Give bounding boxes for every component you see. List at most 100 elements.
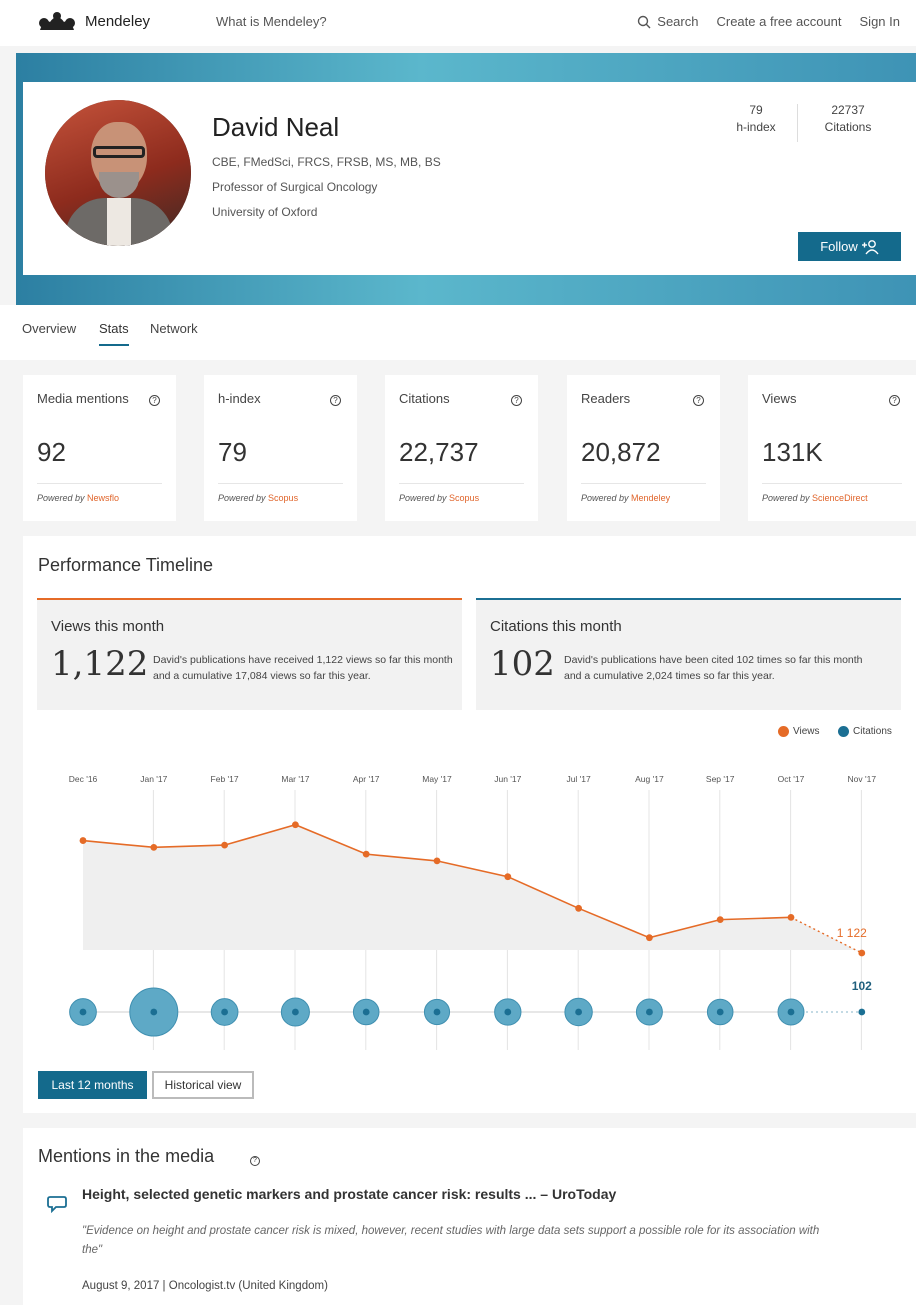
help-icon[interactable]: ? — [330, 395, 341, 406]
what-is-mendeley-link[interactable]: What is Mendeley? — [216, 14, 327, 29]
mendeley-logo[interactable]: Mendeley — [36, 10, 150, 32]
metric-source-link[interactable]: Scopus — [268, 493, 298, 503]
metric-label: Readers — [581, 391, 631, 406]
metric-value: 131K — [762, 437, 823, 467]
profile-title: Professor of Surgical Oncology — [212, 180, 378, 194]
tab-overview[interactable]: Overview — [22, 321, 76, 336]
month-tick-label: Apr '17 — [353, 774, 380, 784]
add-person-icon — [861, 239, 879, 254]
citations-summary-box: Citations this month 102 David's publica… — [476, 598, 901, 710]
metric-powered-by: Powered by Newsflo — [37, 493, 120, 503]
performance-title: Performance Timeline — [38, 555, 214, 575]
views-point — [646, 934, 653, 942]
metric-card-h-index: h-index ? 79 Powered by Scopus — [204, 375, 357, 521]
h-index-label: h-index — [736, 120, 776, 134]
mention-quote: "Evidence on height and prostate cancer … — [82, 1225, 820, 1256]
citations-point — [646, 1008, 653, 1016]
legend-citations[interactable]: Citations — [838, 726, 892, 737]
metric-label: Media mentions — [37, 391, 129, 406]
views-legend-label: Views — [793, 726, 820, 737]
profile-citations: 22737 Citations — [812, 102, 884, 136]
metric-source-link[interactable]: Mendeley — [631, 493, 670, 503]
citations-point — [716, 1008, 724, 1016]
stat-divider — [797, 104, 798, 142]
search-button[interactable]: Search — [637, 14, 698, 29]
help-icon[interactable]: ? — [889, 395, 900, 406]
views-point — [362, 850, 370, 858]
month-tick-label: Jun '17 — [494, 774, 521, 784]
metric-label: Views — [762, 391, 797, 406]
mentions-title: Mentions in the media — [38, 1146, 215, 1166]
views-summary-desc: David's publications have received 1,122… — [153, 654, 453, 682]
citations-point — [504, 1008, 512, 1016]
metric-powered-by: Powered by Mendeley — [581, 493, 671, 503]
citations-point — [150, 1008, 158, 1016]
month-tick-label: Mar '17 — [281, 774, 309, 784]
month-tick-label: Aug '17 — [635, 774, 664, 784]
metric-label: h-index — [218, 391, 261, 406]
help-icon[interactable]: ? — [149, 395, 160, 406]
mention-headline-link[interactable]: Height, selected genetic markers and pro… — [82, 1186, 616, 1202]
metric-source-link[interactable]: ScienceDirect — [812, 493, 868, 503]
create-account-link[interactable]: Create a free account — [716, 14, 841, 29]
month-tick-label: May '17 — [422, 774, 452, 784]
tab-network[interactable]: Network — [150, 321, 198, 336]
metric-card-citations: Citations ? 22,737 Powered by Scopus — [385, 375, 538, 521]
month-tick-label: Oct '17 — [778, 774, 805, 784]
metric-value: 92 — [37, 437, 66, 467]
views-summary-box: Views this month 1,122 David's publicati… — [37, 598, 462, 710]
h-index-value: 79 — [749, 103, 763, 117]
metric-card-readers: Readers ? 20,872 Powered by Mendeley — [567, 375, 720, 521]
metric-label: Citations — [399, 391, 450, 406]
views-legend-dot — [778, 726, 789, 737]
sign-in-link[interactable]: Sign In — [860, 14, 900, 29]
profile-credentials: CBE, FMedSci, FRCS, FRSB, MS, MB, BS — [212, 155, 441, 169]
last-12-months-button[interactable]: Last 12 months — [38, 1071, 147, 1099]
tab-stats[interactable]: Stats — [99, 321, 129, 346]
profile-h-index: 79 h-index — [728, 102, 784, 136]
help-icon[interactable]: ? — [693, 395, 704, 406]
follow-label: Follow — [820, 239, 858, 254]
citations-summary-title: Citations this month — [490, 618, 622, 635]
views-last-label: 1 122 — [837, 926, 867, 940]
mendeley-logo-icon — [39, 12, 75, 30]
views-area — [83, 824, 862, 954]
views-point — [221, 841, 229, 849]
historical-view-button[interactable]: Historical view — [152, 1071, 254, 1099]
citations-legend-label: Citations — [853, 726, 892, 737]
views-point — [79, 837, 87, 844]
help-icon[interactable]: ? — [250, 1156, 260, 1166]
citations-point — [292, 1008, 299, 1016]
views-point — [150, 843, 158, 851]
logo-text: Mendeley — [85, 12, 151, 30]
profile-institution: University of Oxford — [212, 205, 318, 219]
citations-point — [787, 1008, 795, 1016]
metric-source-link[interactable]: Scopus — [449, 493, 479, 503]
citations-summary-value: 102 — [490, 644, 555, 684]
profile-tabs: Overview Stats Network — [0, 305, 916, 360]
views-point — [716, 916, 724, 924]
top-navigation: Mendeley What is Mendeley? Search Create… — [0, 0, 916, 46]
citations-point — [79, 1008, 87, 1016]
month-tick-label: Dec '16 — [69, 774, 98, 784]
views-point — [504, 873, 512, 881]
metric-card-media-mentions: Media mentions ? 92 Powered by Newsflo — [23, 375, 176, 521]
month-tick-label: Jul '17 — [566, 774, 591, 784]
metric-source-link[interactable]: Newsflo — [87, 493, 119, 503]
citations-point — [221, 1008, 229, 1016]
views-point — [433, 857, 441, 865]
speech-bubble-icon — [47, 1196, 67, 1213]
search-icon — [638, 15, 651, 28]
legend-views[interactable]: Views — [778, 726, 820, 737]
follow-button[interactable]: Follow — [798, 232, 901, 261]
metric-powered-by: Powered by Scopus — [399, 493, 480, 503]
mention-meta: August 9, 2017 | Oncologist.tv (United K… — [82, 1280, 328, 1292]
help-icon[interactable]: ? — [511, 395, 522, 406]
metric-value: 22,737 — [399, 437, 479, 467]
views-point — [858, 949, 866, 957]
month-tick-label: Feb '17 — [211, 774, 239, 784]
profile-name: David Neal — [212, 112, 340, 142]
metric-card-views: Views ? 131K Powered by ScienceDirect — [748, 375, 916, 521]
citations-summary-desc: David's publications have been cited 102… — [564, 654, 863, 682]
performance-timeline-chart: Dec '16 Jan '17 Feb '17 Mar '17 Apr '17 May '… — [69, 774, 876, 1050]
